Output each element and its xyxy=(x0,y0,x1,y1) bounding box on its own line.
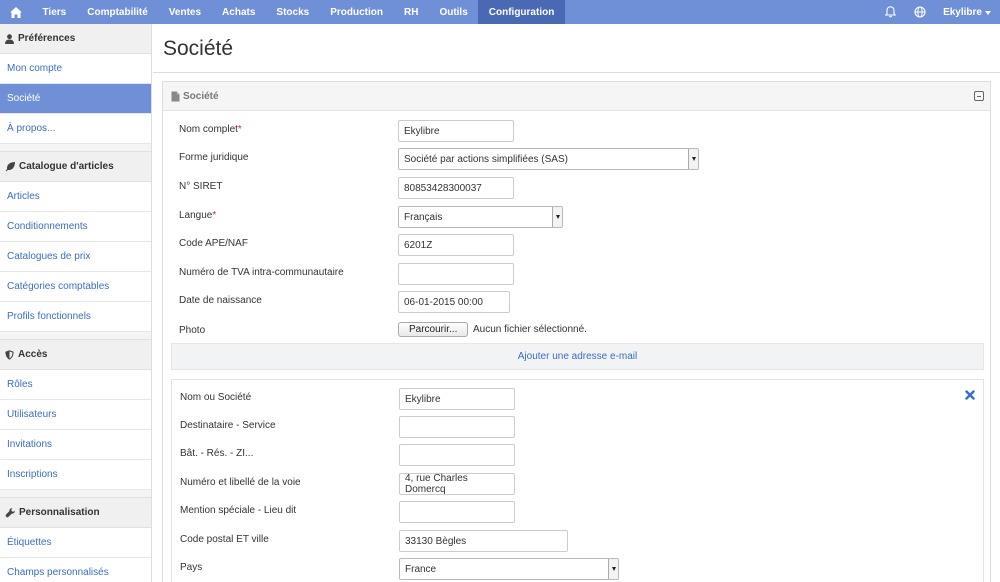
destinataire-input[interactable] xyxy=(399,416,515,438)
code-postal-label: Code postal ET ville xyxy=(180,534,269,545)
nom-complet-input[interactable]: Ekylibre xyxy=(398,120,514,142)
nav-item-configuration[interactable]: Configuration xyxy=(478,0,565,24)
code-ape-label: Code APE/NAF xyxy=(179,238,248,249)
nav-item-rh[interactable]: RH xyxy=(393,0,428,24)
bell-icon[interactable] xyxy=(877,0,903,24)
societe-panel: Société Nom complet* Ekylibre Forme juri… xyxy=(162,81,991,582)
sidebar-section-title: Accès xyxy=(18,349,48,360)
langue-select[interactable]: Français xyxy=(398,206,563,228)
sidebar-divider xyxy=(0,332,151,340)
sidebar-section-personnalisation: Personnalisation xyxy=(0,498,151,528)
chevron-down-icon xyxy=(552,207,562,227)
nav-item-ventes[interactable]: Ventes xyxy=(158,0,211,24)
wrench-icon xyxy=(5,507,15,518)
sidebar-item-invitations[interactable]: Invitations xyxy=(0,430,151,460)
sidebar-item-societe[interactable]: Société xyxy=(0,84,151,114)
sidebar-divider xyxy=(0,144,151,152)
sidebar-item-catalogues-de-prix[interactable]: Catalogues de prix xyxy=(0,242,151,272)
photo-file-status: Aucun fichier sélectionné. xyxy=(473,324,587,335)
panel-header: Société xyxy=(163,82,990,111)
required-marker: * xyxy=(212,210,217,221)
forme-juridique-label: Forme juridique xyxy=(179,152,249,163)
collapse-icon[interactable] xyxy=(974,91,984,101)
nav-item-production[interactable]: Production xyxy=(320,0,394,24)
leaf-icon xyxy=(5,161,15,171)
code-postal-input[interactable]: 33130 Bègles xyxy=(399,530,568,552)
chevron-down-icon xyxy=(985,10,991,15)
nom-complet-label: Nom complet* xyxy=(179,124,242,135)
sidebar-item-profils-fonctionnels[interactable]: Profils fonctionnels xyxy=(0,302,151,332)
nav-item-outils[interactable]: Outils xyxy=(429,0,478,24)
main-content: Société Société Nom complet* Ekylibre Fo… xyxy=(153,24,1000,582)
top-navigation-bar: Tiers Comptabilité Ventes Achats Stocks … xyxy=(0,0,1000,24)
photo-browse-button[interactable]: Parcourir... xyxy=(398,322,469,337)
shield-icon xyxy=(5,349,14,360)
langue-label: Langue* xyxy=(179,210,217,221)
sidebar: Préférences Mon compte Société À propos.… xyxy=(0,24,152,582)
close-icon[interactable] xyxy=(965,390,975,400)
page-title: Société xyxy=(163,37,234,60)
mention-input[interactable] xyxy=(399,501,515,523)
panel-title: Société xyxy=(183,90,219,102)
forme-juridique-select[interactable]: Société par actions simplifiées (SAS) xyxy=(398,148,699,170)
address-panel: Nom ou Société Ekylibre Destinataire - S… xyxy=(171,379,984,582)
nav-item-tiers[interactable]: Tiers xyxy=(32,0,77,24)
home-icon[interactable] xyxy=(0,0,32,24)
date-naissance-label: Date de naissance xyxy=(179,295,262,306)
nav-item-stocks[interactable]: Stocks xyxy=(266,0,320,24)
forme-juridique-value: Société par actions simplifiées (SAS) xyxy=(404,153,568,165)
destinataire-label: Destinataire - Service xyxy=(180,420,276,431)
code-ape-input[interactable]: 6201Z xyxy=(398,234,514,256)
user-icon xyxy=(5,33,14,44)
photo-label: Photo xyxy=(179,325,206,336)
batiment-input[interactable] xyxy=(399,444,515,466)
tva-label: Numéro de TVA intra-communautaire xyxy=(179,267,344,278)
voie-label: Numéro et libellé de la voie xyxy=(180,477,301,488)
nav-item-achats[interactable]: Achats xyxy=(212,0,266,24)
sidebar-item-roles[interactable]: Rôles xyxy=(0,370,151,400)
sidebar-section-title: Catalogue d'articles xyxy=(19,161,114,172)
batiment-label: Bât. - Rés. - ZI... xyxy=(180,448,254,459)
user-menu[interactable]: Ekylibre xyxy=(937,0,1000,24)
nom-societe-label: Nom ou Société xyxy=(180,392,252,403)
sidebar-item-mon-compte[interactable]: Mon compte xyxy=(0,54,151,84)
sidebar-item-inscriptions[interactable]: Inscriptions xyxy=(0,460,151,490)
siret-input[interactable]: 80853428300037 xyxy=(398,177,514,199)
pays-value: France xyxy=(405,563,437,575)
nav-item-comptabilite[interactable]: Comptabilité xyxy=(77,0,159,24)
chevron-down-icon xyxy=(688,149,698,169)
voie-input[interactable]: 4, rue Charles Domercq xyxy=(399,473,515,495)
date-naissance-input[interactable]: 06-01-2015 00:00 xyxy=(398,291,510,313)
title-divider xyxy=(153,72,1000,73)
sidebar-item-a-propos[interactable]: À propos... xyxy=(0,114,151,144)
required-marker: * xyxy=(237,124,242,135)
sidebar-item-articles[interactable]: Articles xyxy=(0,182,151,212)
sidebar-item-utilisateurs[interactable]: Utilisateurs xyxy=(0,400,151,430)
sidebar-item-conditionnements[interactable]: Conditionnements xyxy=(0,212,151,242)
siret-label: N° SIRET xyxy=(179,181,223,192)
globe-icon[interactable] xyxy=(907,0,933,24)
nom-societe-input[interactable]: Ekylibre xyxy=(399,388,515,410)
sidebar-item-etiquettes[interactable]: Étiquettes xyxy=(0,528,151,558)
sidebar-section-title: Personnalisation xyxy=(19,507,100,518)
pays-label: Pays xyxy=(180,562,203,573)
sidebar-section-catalogue: Catalogue d'articles xyxy=(0,152,151,182)
mention-label: Mention spéciale - Lieu dit xyxy=(180,505,297,516)
document-icon xyxy=(171,91,180,101)
user-name: Ekylibre xyxy=(943,6,982,18)
langue-value: Français xyxy=(404,211,443,223)
sidebar-divider xyxy=(0,490,151,498)
sidebar-section-preferences: Préférences xyxy=(0,24,151,54)
sidebar-section-title: Préférences xyxy=(18,33,76,44)
tva-input[interactable] xyxy=(398,263,514,285)
pays-select[interactable]: France xyxy=(399,558,619,580)
sidebar-section-acces: Accès xyxy=(0,340,151,370)
chevron-down-icon xyxy=(608,559,618,579)
sidebar-item-champs-personnalises[interactable]: Champs personnalisés xyxy=(0,558,151,582)
sidebar-item-categories-comptables[interactable]: Catégories comptables xyxy=(0,272,151,302)
add-email-link[interactable]: Ajouter une adresse e-mail xyxy=(171,343,984,370)
